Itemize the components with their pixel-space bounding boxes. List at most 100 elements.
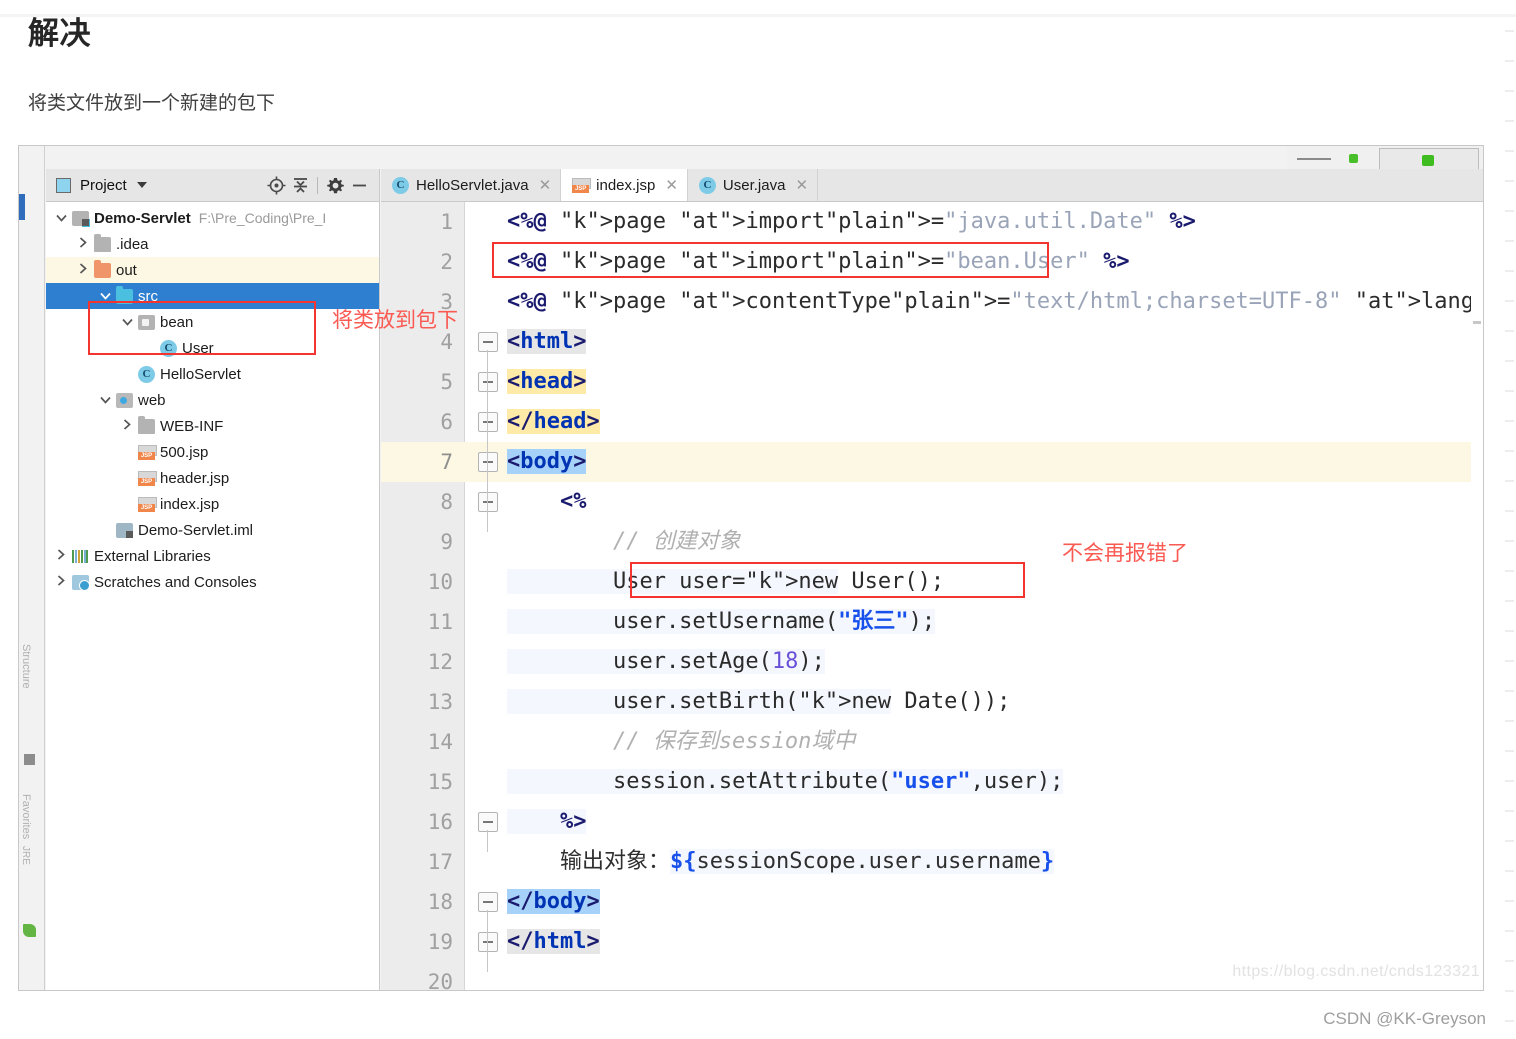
chevron-right-icon[interactable]: [50, 575, 72, 589]
editor-tab-index-jsp[interactable]: index.jsp ✕: [561, 169, 688, 201]
code-line[interactable]: 6 </head>: [381, 402, 1483, 442]
code-line[interactable]: 10 User user="k">new User();: [381, 562, 1483, 602]
code-line[interactable]: 5 <head>: [381, 362, 1483, 402]
tree-item-label: src: [138, 287, 158, 305]
code-line-text[interactable]: </body>: [507, 882, 1483, 922]
editor-tab-helloservlet-java[interactable]: C HelloServlet.java ✕: [381, 169, 562, 201]
jsp-file-icon: [572, 177, 592, 193]
code-line-text[interactable]: User user="k">new User();: [507, 562, 1483, 602]
tree-item-src[interactable]: src: [46, 283, 379, 309]
tree-item-web[interactable]: web: [46, 387, 379, 413]
tool-window-strip[interactable]: Structure Favorites JRE: [19, 146, 45, 990]
collapse-all-icon[interactable]: [288, 173, 312, 197]
code-line-text[interactable]: <%@ "k">page "at">import"plain">="java.u…: [507, 202, 1483, 242]
code-line-text[interactable]: %>: [507, 802, 1483, 842]
code-line-text[interactable]: user.setAge(18);: [507, 642, 1483, 682]
code-line[interactable]: 8 <%: [381, 482, 1483, 522]
strip-label-jre[interactable]: JRE: [20, 846, 31, 865]
code-line-text[interactable]: </html>: [507, 922, 1483, 962]
code-area[interactable]: 1 <%@ "k">page "at">import"plain">="java.…: [381, 202, 1483, 990]
code-line-text[interactable]: user.setBirth("k">new Date());: [507, 682, 1483, 722]
tree-item-out[interactable]: out: [46, 257, 379, 283]
strip-label-structure[interactable]: Structure: [20, 644, 32, 689]
editor-tab-user-java[interactable]: C User.java ✕: [687, 169, 819, 201]
code-fold-toggle[interactable]: [478, 892, 498, 912]
code-fold-toggle[interactable]: [478, 372, 498, 392]
line-number: 20: [427, 970, 453, 991]
tree-item-web-inf[interactable]: WEB-INF: [46, 413, 379, 439]
code-line[interactable]: 17 输出对象：${sessionScope.user.username}: [381, 842, 1483, 882]
editor-tabbar[interactable]: C HelloServlet.java ✕ index.jsp ✕ C User.java ✕: [381, 169, 1483, 202]
code-line[interactable]: 11 user.setUsername("张三");: [381, 602, 1483, 642]
tree-item-external-libraries[interactable]: External Libraries: [46, 543, 379, 569]
line-number: 15: [427, 770, 453, 794]
tree-item-index-jsp[interactable]: index.jsp: [46, 491, 379, 517]
code-line[interactable]: 4 <html>: [381, 322, 1483, 362]
chevron-down-icon[interactable]: [94, 289, 116, 303]
code-line[interactable]: 9 // 创建对象: [381, 522, 1483, 562]
code-line-text[interactable]: <body>: [507, 442, 1483, 482]
project-panel-title[interactable]: Project: [80, 177, 127, 194]
strip-label-favorites[interactable]: Favorites: [20, 794, 32, 839]
page-edge-ticks: [1502, 14, 1516, 1039]
code-line-text[interactable]: </head>: [507, 402, 1483, 442]
code-line-text[interactable]: // 保存到session域中: [507, 722, 1483, 762]
chevron-down-icon[interactable]: [50, 211, 72, 225]
chevron-right-icon[interactable]: [72, 237, 94, 251]
tree-item-demo-servlet[interactable]: Demo-Servlet F:\Pre_Coding\Pre_I: [46, 205, 379, 231]
code-line[interactable]: 1 <%@ "k">page "at">import"plain">="java.…: [381, 202, 1483, 242]
code-line[interactable]: 7 <body>: [381, 442, 1483, 482]
tree-item-demo-servlet-iml[interactable]: Demo-Servlet.iml: [46, 517, 379, 543]
tree-item-500-jsp[interactable]: 500.jsp: [46, 439, 379, 465]
code-line[interactable]: 2 <%@ "k">page "at">import"plain">="bean.…: [381, 242, 1483, 282]
close-icon[interactable]: ✕: [539, 176, 552, 194]
code-line-text[interactable]: <%: [507, 482, 1483, 522]
close-icon[interactable]: ✕: [795, 176, 808, 194]
minimize-icon[interactable]: [1297, 158, 1331, 160]
code-line[interactable]: 16 %>: [381, 802, 1483, 842]
locate-icon[interactable]: [264, 173, 288, 197]
code-line[interactable]: 19 </html>: [381, 922, 1483, 962]
minimize-icon[interactable]: [347, 173, 371, 197]
tree-item-label: 500.jsp: [160, 443, 209, 461]
code-line-text[interactable]: <%@ "k">page "at">import"plain">="bean.U…: [507, 242, 1483, 282]
code-line[interactable]: 3 <%@ "k">page "at">contentType"plain">="…: [381, 282, 1483, 322]
tree-item-user[interactable]: C User: [46, 335, 379, 361]
chevron-right-icon[interactable]: [50, 549, 72, 563]
code-fold-toggle[interactable]: [478, 932, 498, 952]
chevron-right-icon[interactable]: [72, 263, 94, 277]
code-line[interactable]: 14 // 保存到session域中: [381, 722, 1483, 762]
code-line-text[interactable]: <%@ "k">page "at">contentType"plain">="t…: [507, 282, 1483, 322]
code-fold-toggle[interactable]: [478, 412, 498, 432]
chevron-down-icon[interactable]: [116, 315, 138, 329]
tree-item-idea[interactable]: .idea: [46, 231, 379, 257]
editor-scrollbar[interactable]: [1471, 235, 1483, 990]
code-line-text[interactable]: <head>: [507, 362, 1483, 402]
close-icon[interactable]: ✕: [665, 176, 678, 194]
code-line[interactable]: 18 </body>: [381, 882, 1483, 922]
tree-item-bean[interactable]: bean: [46, 309, 379, 335]
project-tree[interactable]: Demo-Servlet F:\Pre_Coding\Pre_I .idea out s…: [46, 202, 379, 595]
code-line-text[interactable]: // 创建对象: [507, 522, 1483, 562]
code-line[interactable]: 13 user.setBirth("k">new Date());: [381, 682, 1483, 722]
gear-icon[interactable]: [323, 173, 347, 197]
chevron-down-icon[interactable]: [94, 393, 116, 407]
code-line-text[interactable]: user.setUsername("张三");: [507, 602, 1483, 642]
code-fold-toggle[interactable]: [478, 332, 498, 352]
code-fold-toggle[interactable]: [478, 812, 498, 832]
code-line[interactable]: 15 session.setAttribute("user",user);: [381, 762, 1483, 802]
code-line-text[interactable]: 输出对象：${sessionScope.user.username}: [507, 842, 1483, 882]
code-fold-toggle[interactable]: [478, 492, 498, 512]
code-line[interactable]: 12 user.setAge(18);: [381, 642, 1483, 682]
editor-tab-label: index.jsp: [596, 176, 656, 194]
tree-item-label: Scratches and Consoles: [94, 573, 257, 591]
code-fold-toggle[interactable]: [478, 452, 498, 472]
tree-item-scratches-and-consoles[interactable]: Scratches and Consoles: [46, 569, 379, 595]
code-line-text[interactable]: <html>: [507, 322, 1483, 362]
tree-item-helloservlet[interactable]: C HelloServlet: [46, 361, 379, 387]
project-tool-window: Project Demo-Servlet F:\Pre_Coding\Pre_I…: [46, 169, 380, 990]
code-line-text[interactable]: session.setAttribute("user",user);: [507, 762, 1483, 802]
chevron-right-icon[interactable]: [116, 419, 138, 433]
chevron-down-icon[interactable]: [136, 176, 148, 194]
tree-item-header-jsp[interactable]: header.jsp: [46, 465, 379, 491]
